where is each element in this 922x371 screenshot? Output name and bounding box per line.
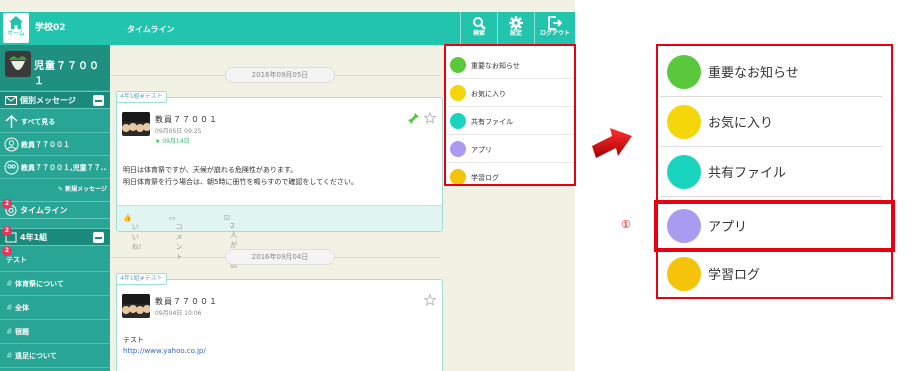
author-name: 教員７７００１ (155, 115, 218, 124)
author-name: 教員７７００１ (155, 297, 218, 306)
channel-item[interactable]: # 遠足について (0, 344, 110, 368)
comment-button[interactable]: ▭ コメント (169, 214, 183, 261)
highlight-box (444, 44, 576, 186)
sidebar-item-group[interactable]: 教員７７００１,児童７７... (0, 157, 110, 179)
search-label: 検索 (472, 30, 485, 37)
avatar (5, 51, 31, 77)
home-icon (9, 16, 23, 29)
sidebar: 児童７７００１ 個別メッセージ すべて見る 教員７７００１ 教員７７００１,児童… (0, 45, 110, 371)
collapse-icon[interactable] (93, 95, 104, 106)
highlight-box-apps (654, 200, 895, 252)
hash-icon: # (6, 279, 13, 288)
user-profile[interactable]: 児童７７００１ (0, 45, 110, 90)
pin-icon[interactable] (407, 112, 420, 125)
new-message-label: 新規メッセージ (65, 186, 107, 193)
channel-badge: 2 (2, 246, 12, 256)
group-icon (4, 160, 19, 175)
post-line: 明日体育祭を行う場合は、朝5時に册竹を鳴らすので確認をしてください。 (123, 178, 358, 186)
due-date: ★ 09月14日 (155, 138, 190, 145)
hash-icon: # (6, 303, 13, 312)
class-badge: 2 (2, 226, 12, 236)
channel-label: 全体 (15, 304, 29, 312)
date-separator: 2016年09月04日 (225, 249, 335, 265)
post-card[interactable]: 4年1組#テスト 教員７７００１ 09月04日 10:06 テスト http:/… (116, 273, 443, 371)
logout-icon (548, 16, 563, 30)
post-body: 明日は体育祭ですが、天候が崩れる危険性があります。 明日体育祭を行う場合は、朝5… (123, 164, 358, 188)
hash-icon: # (6, 327, 13, 336)
channel-label: 体育祭について (15, 280, 64, 288)
post-time: 09月04日 10:06 (155, 310, 202, 317)
like-button[interactable]: 👍 いいね! (123, 214, 142, 251)
channel-item[interactable]: テスト 2 (0, 246, 110, 272)
radish-icon (9, 56, 27, 70)
section-label: タイムライン (20, 206, 68, 215)
post-line: 明日は体育祭ですが、天候が崩れる危険性があります。 (123, 166, 298, 174)
gear-icon (509, 16, 523, 30)
section-direct-messages[interactable]: 個別メッセージ (0, 91, 110, 109)
post-card[interactable]: 4年1組#テスト 教員７７００１ 09月05日 09:25 ★ 09月14日 明… (116, 91, 443, 269)
sidebar-item-label: 教員７７００１,児童７７... (21, 164, 107, 172)
logout-button[interactable]: ログアウト (534, 12, 575, 45)
step-marker: ① (621, 218, 631, 231)
post-time: 09月05日 09:25 (155, 128, 202, 135)
date-separator: 2016年09月05日 (225, 67, 335, 83)
star-icon[interactable] (424, 112, 436, 124)
post-tag[interactable]: 4年1組#テスト (116, 91, 167, 103)
settings-label: 設定 (509, 30, 522, 37)
search-icon (473, 17, 486, 30)
channel-item[interactable]: # 宿題 (0, 320, 110, 344)
person-icon (4, 137, 19, 152)
comment-label: コメント (175, 223, 183, 261)
read-status: ☑ 2人が既読 (224, 214, 238, 269)
search-button[interactable]: 検索 (460, 12, 497, 45)
highlight-box (656, 44, 893, 299)
channel-label: 宿題 (15, 328, 29, 336)
post-body: テスト (123, 336, 144, 344)
post-link[interactable]: http://www.yahoo.co.jp/ (123, 347, 206, 355)
sidebar-item-teacher[interactable]: 教員７７００１ (0, 134, 110, 156)
arrow-right-icon (592, 128, 632, 158)
post-footer: 👍 いいね! ▭ コメント ☑ 2人が既読 (117, 205, 442, 269)
user-name: 児童７７００１ (34, 61, 100, 87)
sidebar-item-label: すべて見る (21, 118, 56, 126)
pencil-icon: ✎ (57, 186, 64, 193)
sidebar-item-all[interactable]: すべて見る (0, 111, 110, 133)
collapse-icon[interactable] (93, 232, 104, 243)
channel-item[interactable]: # 体育祭について (0, 272, 110, 296)
post-tag[interactable]: 4年1組#テスト (116, 273, 167, 285)
sidebar-item-label: 教員７７００１ (21, 141, 70, 149)
section-class[interactable]: 4年1組 2 (0, 226, 110, 246)
star-icon[interactable] (424, 294, 436, 306)
page-title: タイムライン (127, 25, 175, 34)
channel-label: 遠足について (15, 352, 57, 360)
hash-icon: # (6, 351, 13, 360)
author-avatar (122, 112, 150, 136)
timeline-badge: 2 (2, 199, 12, 209)
author-avatar (122, 294, 150, 318)
mail-icon (5, 96, 17, 105)
settings-button[interactable]: 設定 (497, 12, 534, 45)
channel-item[interactable]: # 全体 (0, 296, 110, 320)
arrow-up-icon (5, 114, 18, 128)
like-label: いいね! (131, 223, 142, 251)
home-label: ホーム (7, 30, 25, 37)
section-label: 個別メッセージ (20, 96, 76, 105)
channel-label: テスト (6, 256, 27, 264)
home-button[interactable]: ホーム (3, 13, 29, 43)
new-message-button[interactable]: ✎ 新規メッセージ (58, 184, 107, 193)
due-date-text: 09月14日 (162, 138, 190, 145)
logout-label: ログアウト (539, 30, 570, 37)
section-timeline[interactable]: タイムライン 2 (0, 199, 110, 219)
school-name: 学校02 (35, 23, 66, 33)
section-label: 4年1組 (20, 233, 48, 242)
